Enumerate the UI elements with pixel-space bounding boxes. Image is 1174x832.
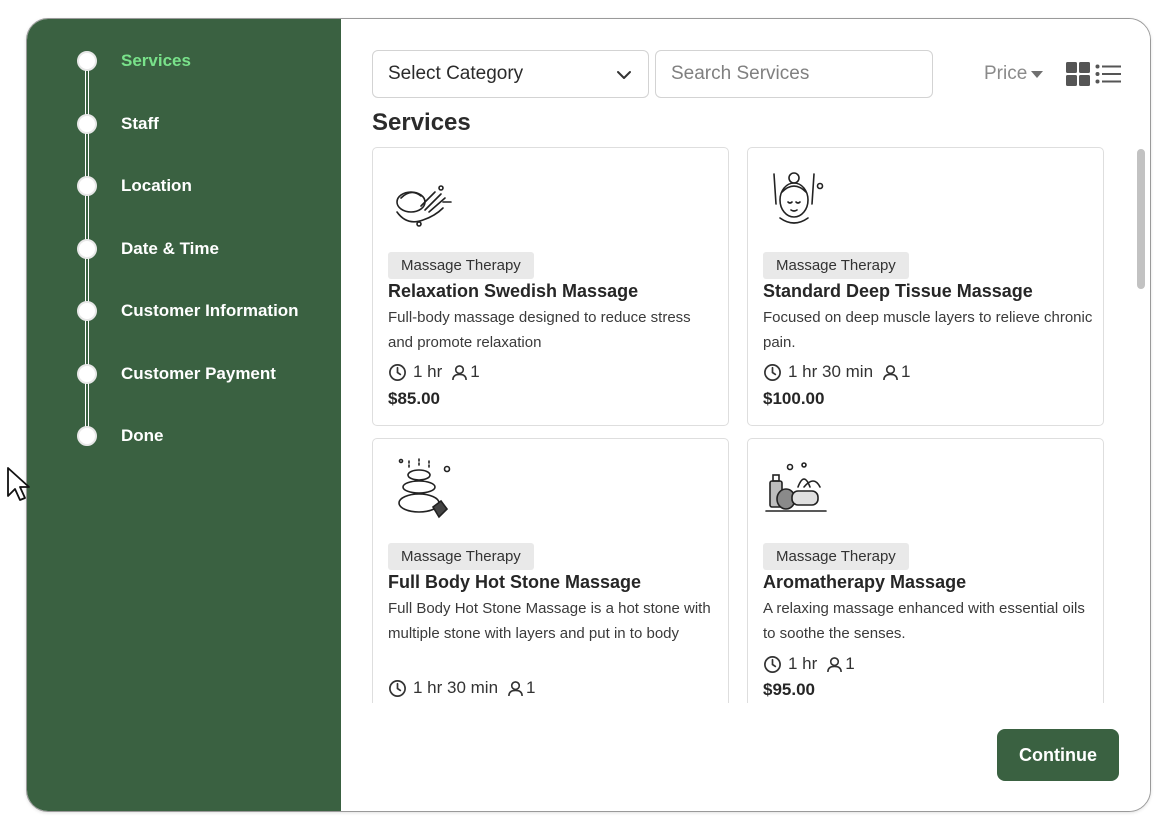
clock-icon [764,363,781,381]
clock-icon [389,679,406,697]
caret-down-icon [1031,70,1044,78]
service-price: $100.00 [763,389,825,408]
service-meta: 1 hr 30 min 1 [763,362,911,382]
service-meta: 1 hr 1 [763,654,855,674]
step-services[interactable]: Services [77,51,191,71]
price-sort-dropdown[interactable]: Price [984,63,1044,85]
massage-hands-icon [396,185,452,227]
clock-icon [764,655,781,673]
service-duration: 1 hr [788,654,818,673]
service-duration: 1 hr 30 min [413,678,499,697]
service-name: Relaxation Swedish Massage [388,281,639,301]
step-label: Location [121,176,192,195]
step-location[interactable]: Location [77,176,192,196]
aroma-oils-icon [765,462,827,512]
step-dot [77,176,97,196]
service-card[interactable]: Massage Therapy Aromatherapy Massage A r… [747,438,1104,703]
category-badge: Massage Therapy [388,543,534,570]
step-dot [77,364,97,384]
service-price: $85.00 [388,389,440,408]
service-duration: 1 hr [413,362,443,381]
category-badge: Massage Therapy [763,543,909,570]
service-meta: 1 hr 30 min 1 [388,678,536,698]
continue-button[interactable]: Continue [997,729,1119,781]
step-dot [77,301,97,321]
hot-stones-icon [398,458,451,519]
step-customer-information[interactable]: Customer Information [77,301,299,321]
step-dot [77,51,97,71]
person-icon [508,680,523,696]
service-card[interactable]: Massage Therapy Standard Deep Tissue Mas… [747,147,1104,426]
service-description: Focused on deep muscle layers to relieve… [763,309,1093,351]
step-done[interactable]: Done [77,426,164,446]
category-badge: Massage Therapy [388,252,534,279]
step-label: Customer Payment [121,364,276,383]
face-massage-icon [773,172,824,224]
price-sort-label: Price [984,63,1028,84]
service-capacity: 1 [901,362,911,381]
service-capacity: 1 [526,678,536,697]
service-duration: 1 hr 30 min [788,362,874,381]
step-dot [77,426,97,446]
booking-window: Services Staff Location Date & Time Cust… [26,18,1151,812]
category-badge: Massage Therapy [763,252,909,279]
mouse-pointer-icon [7,467,30,501]
category-select-value: Select Category [388,63,524,84]
service-description: A relaxing massage enhanced with essenti… [763,600,1085,642]
scrollbar-thumb[interactable] [1137,149,1145,289]
step-dot [77,114,97,134]
service-name: Full Body Hot Stone Massage [388,572,642,592]
step-label: Staff [121,114,159,133]
step-label: Date & Time [121,239,219,258]
service-price: $95.00 [763,680,815,699]
service-description: Full Body Hot Stone Massage is a hot sto… [388,600,711,642]
search-input[interactable] [655,50,933,98]
steps-sidebar: Services Staff Location Date & Time Cust… [27,19,341,811]
step-date-time[interactable]: Date & Time [77,239,219,259]
step-label: Done [121,426,164,445]
person-icon [452,364,468,380]
service-meta: 1 hr 1 [388,362,480,382]
service-card[interactable]: Massage Therapy Full Body Hot Stone Mass… [372,438,729,703]
services-list[interactable]: Massage Therapy Relaxation Swedish Massa… [341,147,1150,703]
person-icon [883,364,898,380]
main-panel: Select Category Price Services [341,19,1150,811]
step-label: Services [121,51,191,70]
list-view-icon[interactable] [1095,64,1121,84]
person-icon [827,656,843,672]
service-name: Standard Deep Tissue Massage [763,281,1033,301]
step-label: Customer Information [121,301,299,320]
step-staff[interactable]: Staff [77,114,159,134]
service-capacity: 1 [845,654,855,673]
service-name: Aromatherapy Massage [763,572,967,592]
service-card[interactable]: Massage Therapy Relaxation Swedish Massa… [372,147,729,426]
section-title: Services [372,109,471,136]
chevron-down-icon [617,71,631,79]
service-description: Full-body massage designed to reduce str… [388,309,691,351]
category-select[interactable]: Select Category [372,50,649,98]
step-customer-payment[interactable]: Customer Payment [77,364,276,384]
service-capacity: 1 [470,362,480,381]
step-dot [77,239,97,259]
clock-icon [389,363,406,381]
grid-view-icon[interactable] [1066,62,1090,86]
